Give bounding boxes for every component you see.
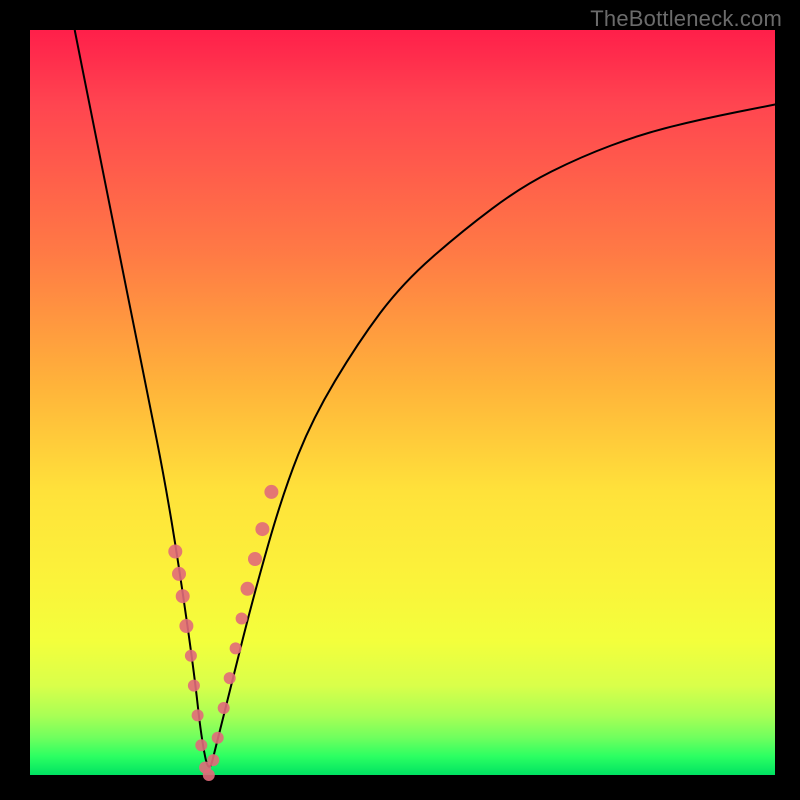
- marker-dot: [218, 702, 230, 714]
- marker-dot: [224, 672, 236, 684]
- marker-dot: [207, 754, 219, 766]
- marker-dot: [255, 522, 269, 536]
- watermark-text: TheBottleneck.com: [590, 6, 782, 32]
- marker-dot: [230, 642, 242, 654]
- marker-dot: [195, 739, 207, 751]
- marker-dot: [192, 709, 204, 721]
- marker-dot: [188, 680, 200, 692]
- curve-layer: [30, 30, 775, 775]
- marker-dot: [212, 732, 224, 744]
- marker-dot: [241, 582, 255, 596]
- marker-dot: [203, 769, 215, 781]
- marker-dot: [248, 552, 262, 566]
- marker-dot: [179, 619, 193, 633]
- marker-dot: [176, 589, 190, 603]
- bottleneck-curve: [75, 30, 775, 767]
- marker-dot: [264, 485, 278, 499]
- highlight-markers: [168, 485, 278, 781]
- chart-frame: TheBottleneck.com: [0, 0, 800, 800]
- marker-dot: [185, 650, 197, 662]
- plot-area: [30, 30, 775, 775]
- marker-dot: [168, 545, 182, 559]
- marker-dot: [236, 613, 248, 625]
- marker-dot: [172, 567, 186, 581]
